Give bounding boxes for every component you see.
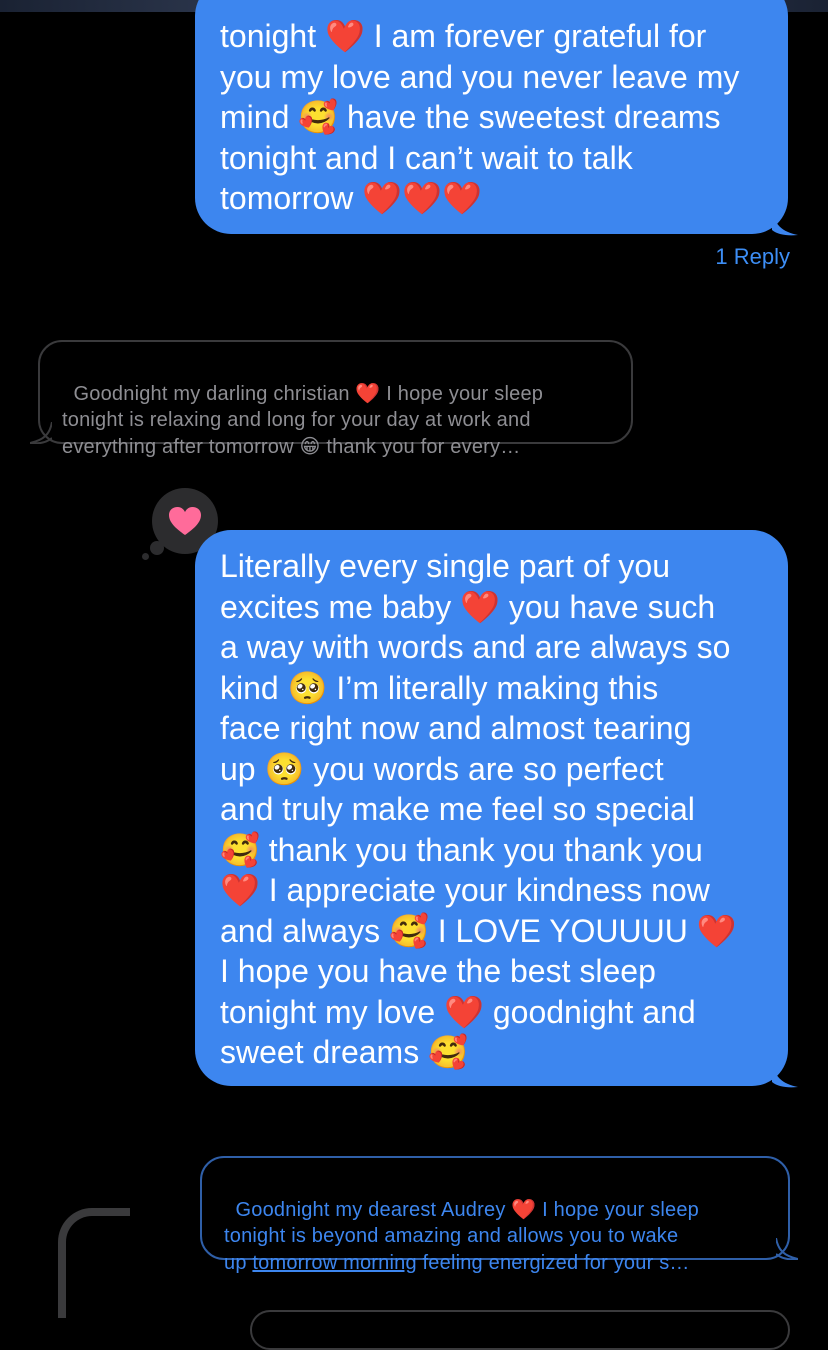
bubble-tail: [772, 1062, 798, 1088]
quoted-outgoing-message[interactable]: Goodnight my dearest Audrey ❤️ I hope yo…: [200, 1156, 798, 1274]
reply-count-link[interactable]: 1 Reply: [700, 244, 790, 270]
message-text: Literally every single part of you excit…: [220, 548, 737, 1070]
message-input-field[interactable]: [250, 1310, 790, 1350]
message-bubble-outgoing[interactable]: tonight ❤️ I am forever grateful for you…: [195, 0, 798, 236]
bubble-tail: [776, 1238, 798, 1260]
quoted-incoming-message[interactable]: Goodnight my darling christian ❤️ I hope…: [30, 340, 633, 458]
quoted-text: Goodnight my darling christian ❤️ I hope…: [62, 382, 544, 458]
date-link[interactable]: tomorrow morning: [252, 1252, 416, 1274]
back-gesture-corner: [58, 1208, 130, 1318]
message-text: tonight ❤️ I am forever grateful for you…: [220, 18, 740, 216]
reaction-tail-dot: [142, 553, 149, 560]
bubble-tail: [30, 422, 52, 444]
heart-icon: [169, 507, 201, 535]
message-bubble-outgoing[interactable]: Literally every single part of you excit…: [195, 530, 798, 1088]
quoted-text: feeling energized for your s…: [416, 1251, 690, 1274]
bubble-tail: [772, 210, 798, 236]
